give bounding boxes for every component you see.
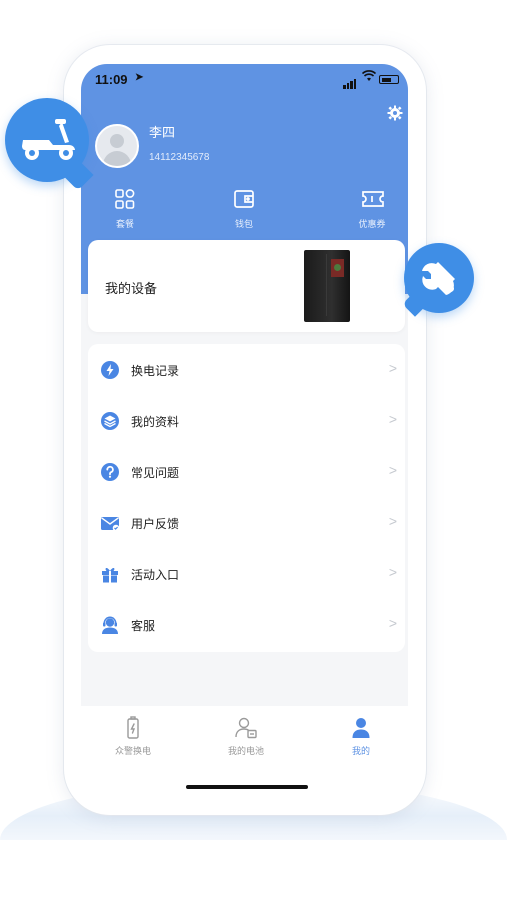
person-card-icon — [233, 716, 259, 740]
gear-icon[interactable] — [386, 105, 404, 123]
scooter-icon — [22, 119, 75, 160]
status-time: 11:09 — [95, 72, 128, 87]
scooter-bubble — [5, 98, 89, 182]
quick-action-label: 优惠券 — [358, 220, 386, 230]
ticket-icon — [361, 188, 384, 210]
quick-action-label: 套餐 — [115, 220, 134, 230]
menu-item-label: 活动入口 — [131, 568, 180, 582]
tab-my-battery[interactable]: 我的电池 — [206, 716, 286, 757]
my-device-card[interactable]: 我的设备 — [88, 240, 405, 332]
device-card-title: 我的设备 — [105, 282, 158, 297]
tab-label: 我的 — [351, 747, 370, 757]
cabinet-screen — [331, 259, 344, 277]
avatar[interactable] — [95, 124, 139, 168]
menu-item-label: 我的资料 — [131, 415, 180, 429]
menu-item-customer-service[interactable]: 客服 > — [88, 599, 405, 650]
question-icon — [100, 462, 120, 482]
chevron-right-icon: > — [388, 513, 397, 529]
avatar-head — [110, 134, 124, 148]
user-name: 李四 — [149, 126, 176, 141]
battery-status-icon — [379, 75, 399, 84]
status-bar: 11:09 ➤ — [81, 70, 408, 90]
tab-bar: 众警换电 我的电池 我的 — [81, 706, 408, 800]
menu-item-swap-records[interactable]: 换电记录 > — [88, 344, 405, 395]
cabinet-door — [307, 254, 327, 316]
stage: 11:09 ➤ 李四 14112345678 套餐 钱包 优惠券 我的设备 换电… — [0, 0, 507, 900]
layers-icon — [100, 411, 120, 431]
menu-item-my-profile[interactable]: 我的资料 > — [88, 395, 405, 446]
bolt-icon — [100, 360, 120, 380]
chevron-right-icon: > — [388, 462, 397, 478]
envelope-icon — [100, 513, 120, 533]
quick-action-label: 钱包 — [234, 220, 253, 230]
wallet-icon — [233, 188, 255, 210]
tab-mine[interactable]: 我的 — [321, 716, 401, 757]
menu-item-faq[interactable]: 常见问题 > — [88, 446, 405, 497]
tab-swap[interactable]: 众警换电 — [93, 716, 173, 757]
gift-icon — [100, 564, 120, 584]
repair-bubble — [404, 243, 474, 313]
home-indicator[interactable] — [186, 785, 308, 789]
battery-cabinet-image — [304, 250, 350, 322]
quick-action-coupon[interactable]: 优惠券 — [342, 188, 402, 230]
avatar-body — [103, 151, 131, 166]
tab-label: 我的电池 — [227, 747, 264, 757]
cellular-signal-icon — [343, 74, 357, 89]
menu-item-label: 换电记录 — [131, 364, 180, 378]
headset-icon — [100, 615, 120, 635]
chevron-right-icon: > — [388, 615, 397, 631]
chevron-right-icon: > — [388, 360, 397, 376]
chevron-right-icon: > — [388, 411, 397, 427]
tab-label: 众警换电 — [114, 747, 151, 757]
user-phone: 14112345678 — [149, 152, 210, 163]
menu-item-activities[interactable]: 活动入口 > — [88, 548, 405, 599]
quick-action-package[interactable]: 套餐 — [95, 188, 155, 230]
quick-action-wallet[interactable]: 钱包 — [214, 188, 274, 230]
location-arrow-icon: ➤ — [135, 72, 144, 83]
battery-icon — [120, 716, 146, 740]
app-screen: 11:09 ➤ 李四 14112345678 套餐 钱包 优惠券 我的设备 换电… — [81, 64, 408, 800]
wrench-icon — [422, 262, 455, 295]
menu-item-label: 客服 — [131, 619, 156, 633]
menu-item-label: 常见问题 — [131, 466, 180, 480]
menu-item-feedback[interactable]: 用户反馈 > — [88, 497, 405, 548]
menu-list: 换电记录 > 我的资料 > 常见问题 > 用户反馈 > 活动入口 > 客服 > — [88, 344, 405, 652]
grid-icon — [114, 188, 136, 210]
menu-item-label: 用户反馈 — [131, 517, 180, 531]
wifi-icon — [361, 70, 377, 85]
person-icon — [348, 716, 374, 740]
chevron-right-icon: > — [388, 564, 397, 580]
